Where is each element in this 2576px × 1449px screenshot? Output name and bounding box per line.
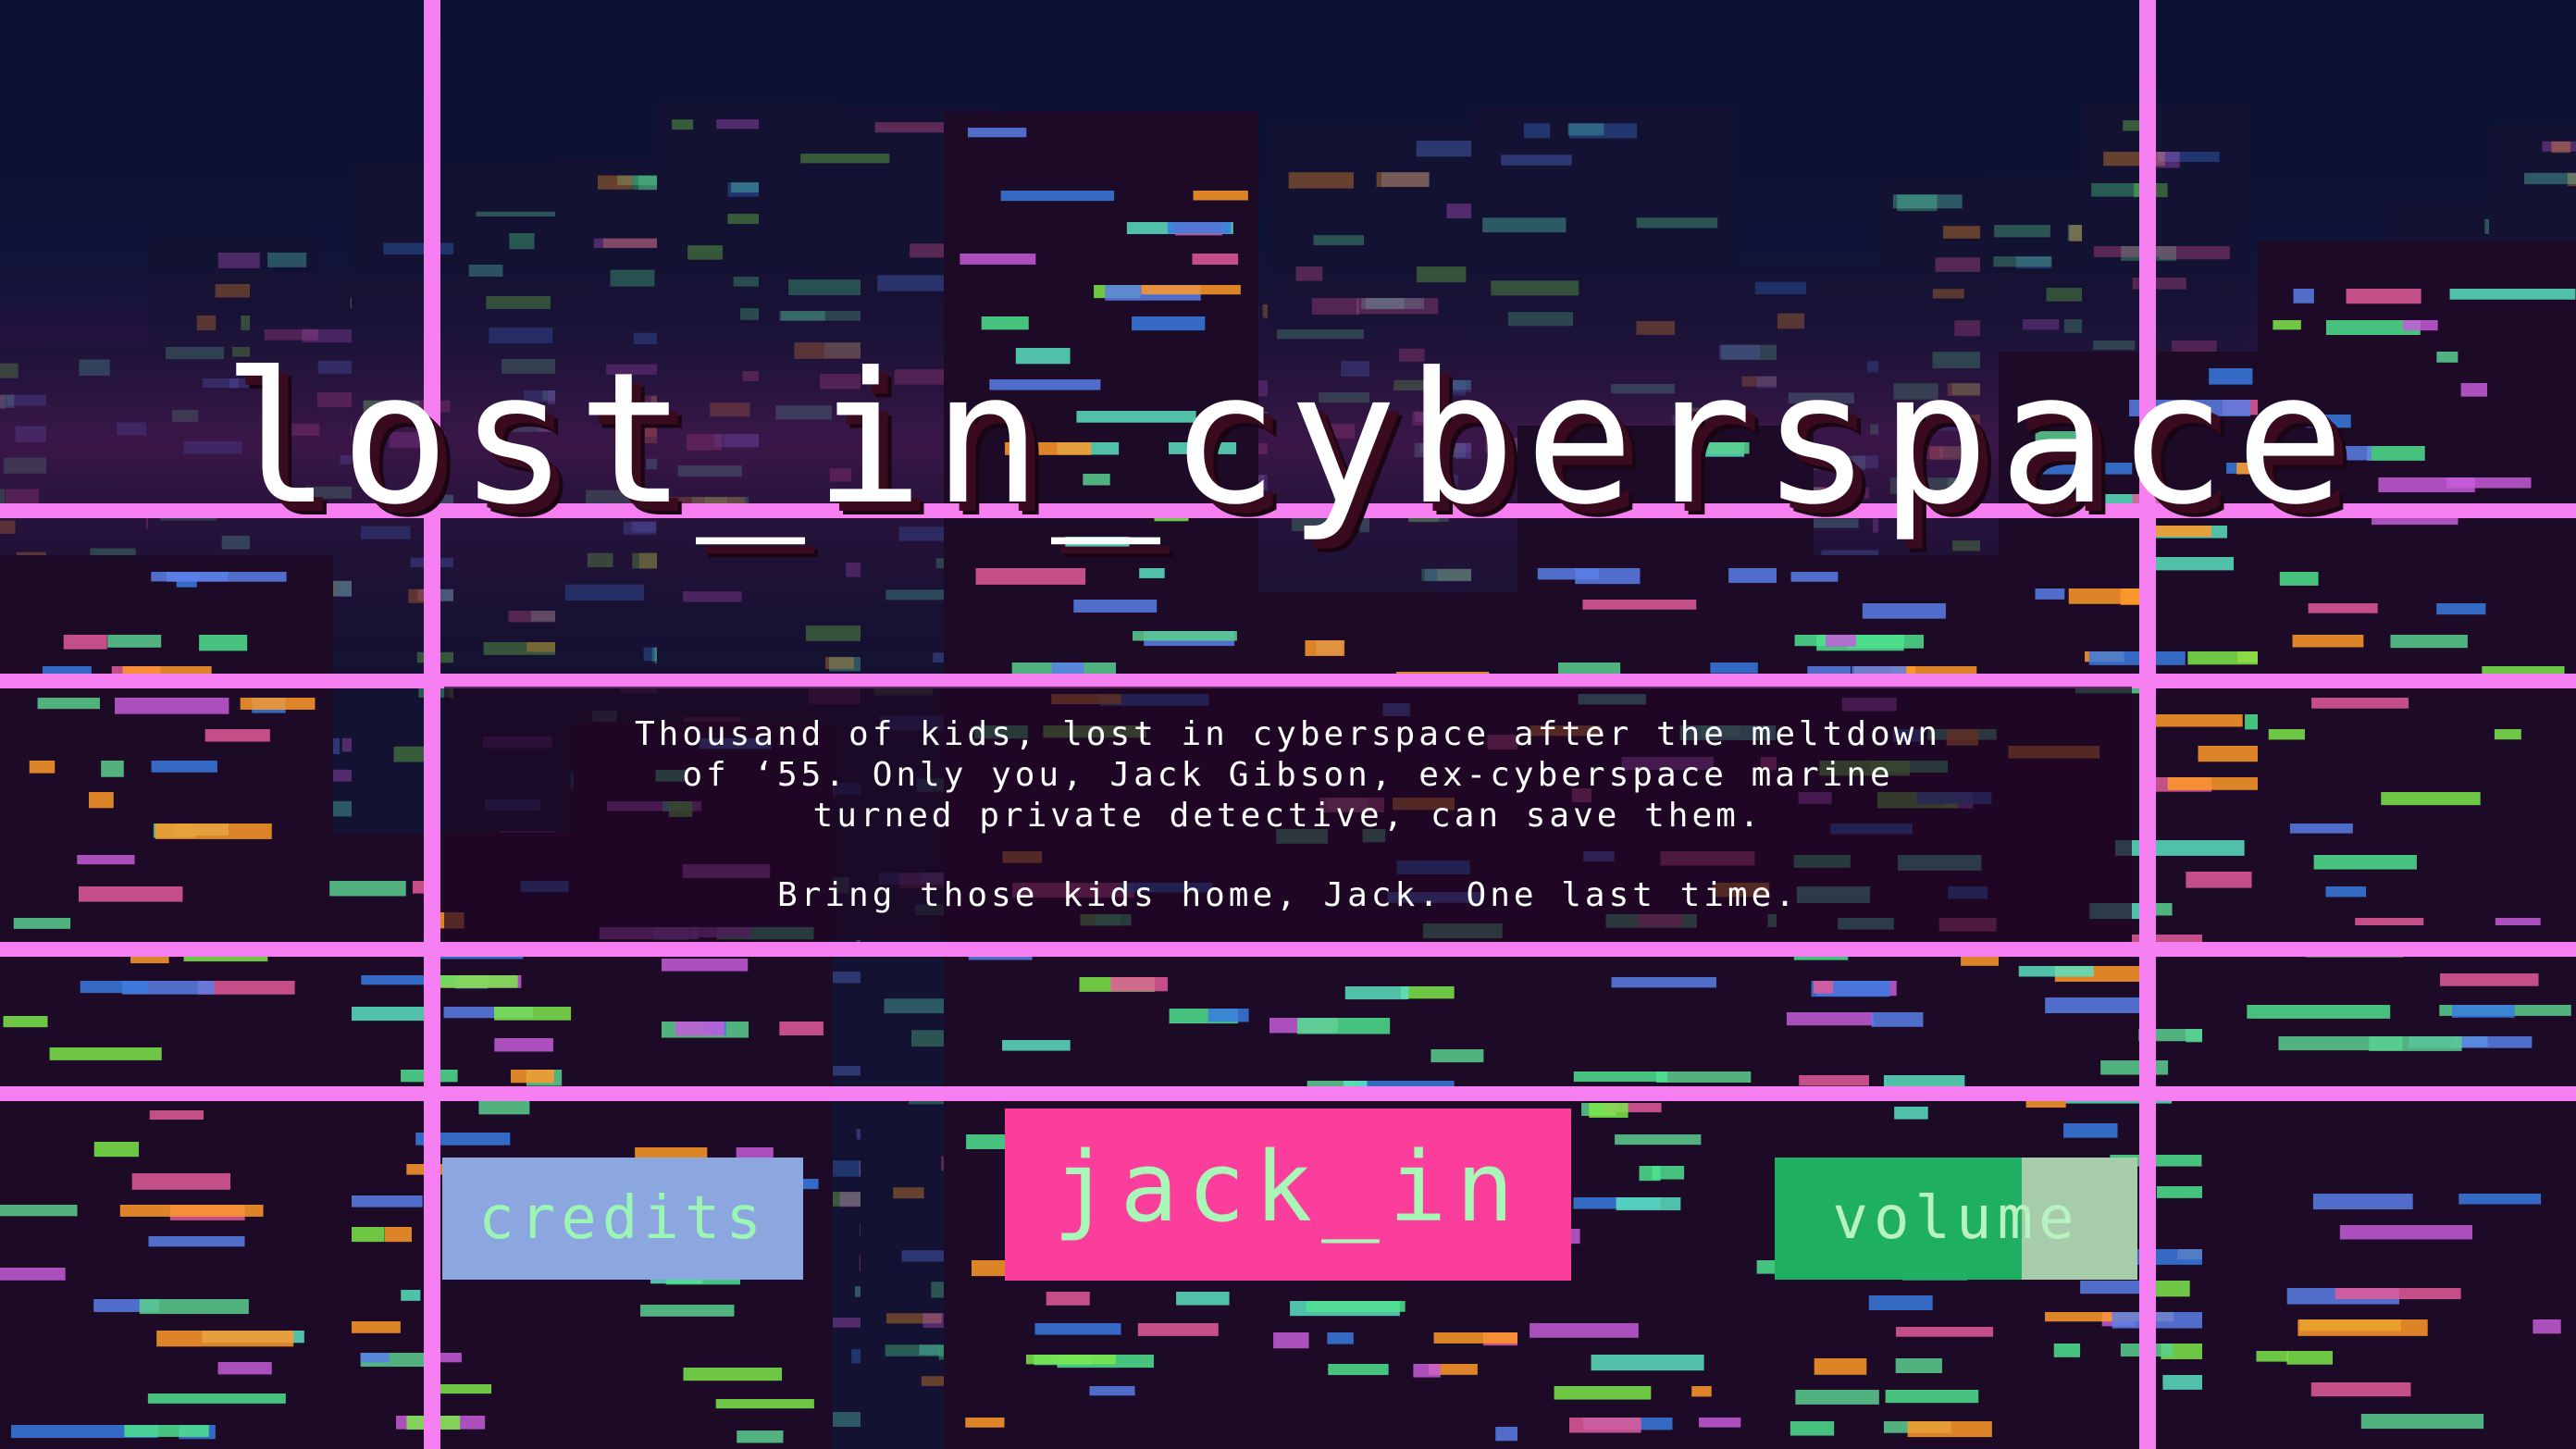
game-title-screen: lost_in_cyberspace Thousand of kids, los… [0,0,2576,1449]
credits-button[interactable]: credits [442,1158,803,1280]
game-title: lost_in_cyberspace [221,334,2355,545]
grid-line-horizontal [0,942,2576,957]
grid-line-horizontal [0,1086,2576,1101]
grid-line-vertical [2139,0,2156,1449]
volume-label: volume [1832,1184,2080,1253]
grid-line-vertical [424,0,440,1449]
volume-slider[interactable]: volume [1775,1158,2137,1280]
story-panel: Thousand of kids, lost in cyberspace aft… [444,687,2132,940]
story-line: Bring those kids home, Jack. One last ti… [777,876,1799,914]
jack-in-button[interactable]: jack_in [1005,1108,1571,1281]
story-line: turned private detective, can save them. [812,797,1764,835]
story-line: of ‘55. Only you, Jack Gibson, ex-cybers… [682,756,1894,794]
story-line: Thousand of kids, lost in cyberspace aft… [634,715,1942,753]
